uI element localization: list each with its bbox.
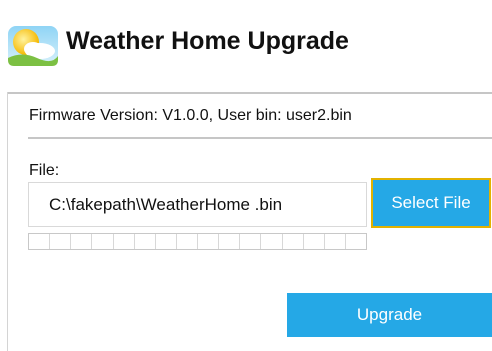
- progress-segment: [114, 234, 135, 249]
- progress-segment: [198, 234, 220, 249]
- info-divider: [28, 137, 492, 139]
- progress-segment: [50, 234, 72, 249]
- firmware-info: Firmware Version: V1.0.0, User bin: user…: [29, 107, 352, 124]
- content-left-border: [7, 92, 8, 351]
- weather-sun-cloud-icon: [8, 26, 58, 66]
- progress-segment: [29, 234, 51, 249]
- file-path-field[interactable]: C:\fakepath\WeatherHome .bin: [28, 182, 367, 227]
- app-title: Weather Home Upgrade: [66, 27, 349, 55]
- file-label: File:: [29, 162, 60, 179]
- app-header: Weather Home Upgrade: [0, 0, 492, 92]
- progress-segment: [71, 234, 93, 249]
- progress-segment: [135, 234, 156, 249]
- header-divider: [7, 92, 492, 94]
- progress-segment: [219, 234, 241, 249]
- progress-segment: [304, 234, 325, 249]
- progress-segment: [283, 234, 304, 249]
- progress-segment: [346, 234, 366, 249]
- progress-segment: [240, 234, 262, 249]
- upload-progress-bar: [28, 233, 367, 250]
- progress-segment: [177, 234, 198, 249]
- progress-segment: [261, 234, 283, 249]
- progress-segment: [325, 234, 346, 249]
- progress-segment: [92, 234, 114, 249]
- select-file-button[interactable]: Select File: [371, 178, 491, 228]
- upgrade-button[interactable]: Upgrade: [287, 293, 492, 337]
- progress-segment: [156, 234, 177, 249]
